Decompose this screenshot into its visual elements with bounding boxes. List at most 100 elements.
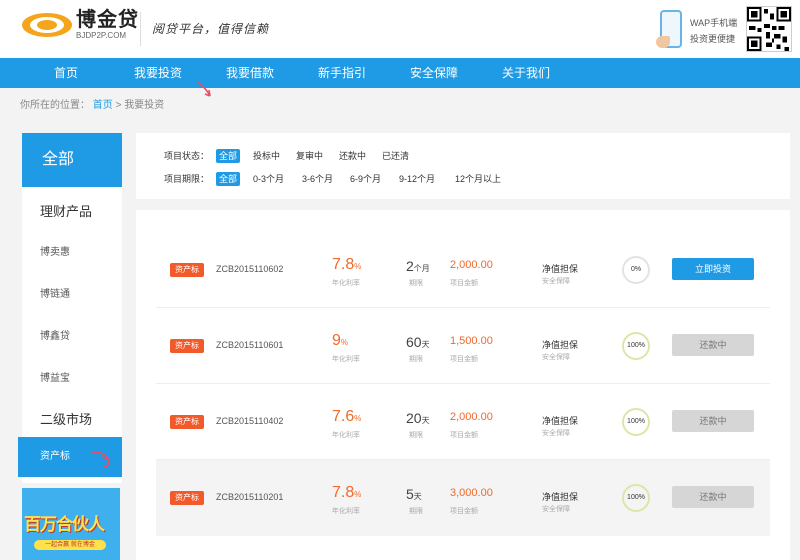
guarantee-sub: 安全保障	[542, 278, 570, 285]
nav-security[interactable]: 安全保障	[394, 58, 474, 88]
filter-panel: 项目状态： 全部 投标中 复审中 还款中 已还清 项目期限： 全部 0-3个月 …	[136, 133, 790, 199]
sidebar-item-boxin[interactable]: 博鑫贷	[22, 327, 122, 342]
rate-value: 9%	[332, 332, 349, 349]
breadcrumb-separator: >	[115, 100, 122, 111]
guarantee: 净值担保	[542, 492, 579, 502]
logo-domain: BJDP2P.COM	[76, 31, 127, 40]
guarantee-sub: 安全保障	[542, 354, 570, 361]
nav-invest[interactable]: 我要投资	[118, 58, 198, 88]
sidebar-all[interactable]: 全部	[22, 133, 122, 187]
breadcrumb-home-link[interactable]: 首页	[93, 100, 113, 111]
project-list: 资产标 ZCB2015110602 7.8% 年化利率 2个月 期限 2,000…	[136, 210, 790, 560]
term-6-9[interactable]: 6-9个月	[347, 172, 384, 186]
hand-cursor-icon	[197, 81, 211, 97]
status-repaying[interactable]: 还款中	[336, 149, 369, 163]
term-value: 5天	[406, 486, 422, 502]
slogan: 阅贷平台，值得信赖	[152, 22, 270, 36]
status-all[interactable]: 全部	[216, 149, 241, 163]
term-value: 2个月	[406, 258, 430, 274]
asset-tag: 资产标	[170, 415, 204, 429]
progress-circle: 100%	[622, 484, 650, 512]
list-item[interactable]: 资产标 ZCB2015110402 7.6% 年化利率 20天 期限 2,000…	[156, 384, 770, 460]
progress-circle: 100%	[622, 408, 650, 436]
hand-cursor-icon	[91, 451, 110, 468]
breadcrumb-current: 我要投资	[124, 100, 165, 111]
nav-borrow[interactable]: 我要借款	[210, 58, 290, 88]
term-value: 60天	[406, 334, 430, 350]
status-paid-off[interactable]: 已还清	[379, 149, 412, 163]
logo-mark-icon	[22, 10, 72, 40]
sidebar-item-bomaihui[interactable]: 博卖惠	[22, 243, 122, 258]
term-label: 期限	[409, 280, 423, 287]
site-header: 博金贷 BJDP2P.COM 阅贷平台，值得信赖 WAP手机端 投资更便捷	[0, 0, 800, 58]
banner-title: 百万合伙人	[24, 515, 105, 534]
progress-circle: 0%	[622, 256, 650, 284]
invest-button[interactable]: 立即投资	[672, 258, 754, 280]
amount-label: 项目金额	[450, 280, 478, 287]
project-code[interactable]: ZCB2015110402	[216, 416, 283, 426]
term-label: 期限	[409, 356, 423, 363]
term-label: 期限	[409, 432, 423, 439]
term-filter-label: 项目期限：	[164, 174, 210, 184]
status-bidding[interactable]: 投标中	[250, 149, 283, 163]
site-logo[interactable]: 博金贷 BJDP2P.COM	[22, 9, 139, 41]
hand-icon	[656, 36, 670, 48]
sidebar-item-boyi[interactable]: 博益宝	[22, 369, 122, 384]
rate-value: 7.8%	[332, 484, 362, 501]
rate-value: 7.8%	[332, 256, 362, 273]
header-divider	[140, 12, 141, 46]
term-all[interactable]: 全部	[216, 172, 241, 186]
guarantee: 净值担保	[542, 264, 579, 274]
sidebar-item-bolian[interactable]: 博链通	[22, 285, 122, 300]
banner-strip: 一起合赢 就在博金	[34, 540, 106, 550]
term-9-12[interactable]: 9-12个月	[396, 172, 438, 186]
guarantee-sub: 安全保障	[542, 430, 570, 437]
repaying-button[interactable]: 还款中	[672, 334, 754, 356]
nav-home[interactable]: 首页	[26, 58, 106, 88]
guarantee-sub: 安全保障	[542, 506, 570, 513]
repaying-button[interactable]: 还款中	[672, 486, 754, 508]
project-code[interactable]: ZCB2015110201	[216, 492, 283, 502]
rate-label: 年化利率	[332, 280, 360, 287]
rate-label: 年化利率	[332, 356, 360, 363]
rate-label: 年化利率	[332, 432, 360, 439]
term-0-3[interactable]: 0-3个月	[250, 172, 287, 186]
main-nav: 首页 我要投资 我要借款 新手指引 安全保障 关于我们	[0, 58, 800, 88]
nav-about[interactable]: 关于我们	[486, 58, 566, 88]
guarantee: 净值担保	[542, 340, 579, 350]
amount-label: 项目金额	[450, 508, 478, 515]
status-filter-label: 项目状态：	[164, 151, 210, 161]
sidebar: 全部 理财产品 博卖惠 博链通 博鑫贷 博益宝 二级市场	[22, 133, 122, 483]
status-review[interactable]: 复审中	[293, 149, 326, 163]
wap-title: WAP手机端	[690, 18, 738, 28]
term-label: 期限	[409, 508, 423, 515]
term-value: 20天	[406, 410, 430, 426]
project-code[interactable]: ZCB2015110602	[216, 264, 283, 274]
amount-value: 1,500.00	[450, 335, 493, 347]
list-item[interactable]: 资产标 ZCB2015110201 7.8% 年化利率 5天 期限 3,000.…	[156, 460, 770, 536]
repaying-button[interactable]: 还款中	[672, 410, 754, 432]
breadcrumb: 你所在的位置： 首页 > 我要投资	[20, 96, 164, 111]
asset-tag: 资产标	[170, 491, 204, 505]
amount-value: 2,000.00	[450, 259, 493, 271]
sidebar-item-secondary-market[interactable]: 二级市场	[22, 409, 122, 428]
term-12-plus[interactable]: 12个月以上	[452, 172, 504, 186]
partner-banner[interactable]: 百万合伙人 一起合赢 就在博金	[22, 488, 120, 560]
list-item[interactable]: 资产标 ZCB2015110602 7.8% 年化利率 2个月 期限 2,000…	[156, 232, 770, 308]
sidebar-item-wealth[interactable]: 理财产品	[22, 201, 122, 220]
amount-label: 项目金额	[450, 432, 478, 439]
wap-promo[interactable]: WAP手机端 投资更便捷	[656, 10, 742, 50]
asset-tag: 资产标	[170, 263, 204, 277]
amount-label: 项目金额	[450, 356, 478, 363]
term-3-6[interactable]: 3-6个月	[299, 172, 336, 186]
amount-value: 3,000.00	[450, 487, 493, 499]
progress-circle: 100%	[622, 332, 650, 360]
logo-name: 博金贷	[76, 9, 139, 31]
amount-value: 2,000.00	[450, 411, 493, 423]
project-code[interactable]: ZCB2015110601	[216, 340, 283, 350]
nav-guide[interactable]: 新手指引	[302, 58, 382, 88]
list-item[interactable]: 资产标 ZCB2015110601 9% 年化利率 60天 期限 1,500.0…	[156, 308, 770, 384]
guarantee: 净值担保	[542, 416, 579, 426]
rate-value: 7.6%	[332, 408, 362, 425]
wap-subtitle: 投资更便捷	[690, 34, 736, 44]
